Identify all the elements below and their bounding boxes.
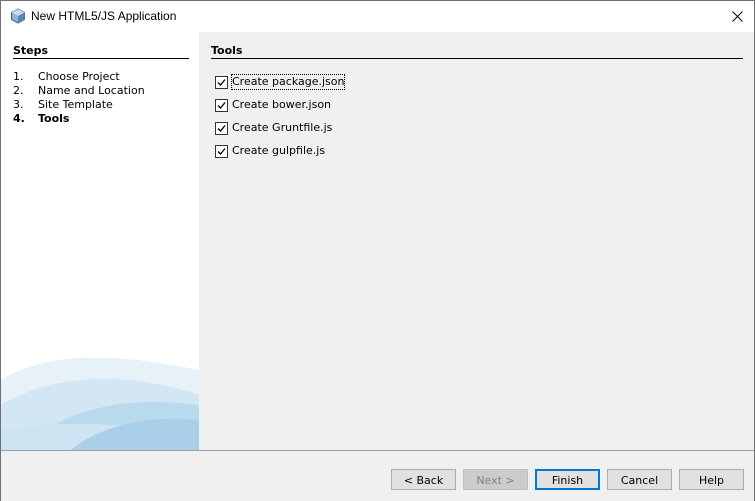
checkbox-label: Create package.json — [231, 74, 346, 90]
decorative-swoosh-graphic — [1, 357, 199, 450]
step-label: Tools — [38, 112, 70, 125]
step-item: 2. Name and Location — [13, 84, 145, 98]
netbeans-cube-icon — [10, 8, 26, 24]
close-icon — [732, 11, 743, 22]
steps-header: Steps — [13, 44, 49, 57]
checkbox-box[interactable] — [215, 145, 228, 158]
checkbox-box[interactable] — [215, 76, 228, 89]
checkbox-box[interactable] — [215, 99, 228, 112]
next-button[interactable]: Next > — [463, 469, 528, 490]
step-label: Choose Project — [38, 70, 120, 83]
checkbox-label: Create Gruntfile.js — [232, 121, 333, 134]
wizard-dialog: New HTML5/JS Application Steps 1. Choose … — [0, 0, 755, 501]
window-title: New HTML5/JS Application — [31, 9, 177, 23]
step-number: 4. — [13, 112, 25, 125]
step-number: 2. — [13, 84, 24, 97]
tools-divider — [211, 58, 743, 59]
tools-header: Tools — [211, 44, 243, 57]
help-button[interactable]: Help — [679, 469, 744, 490]
checkbox-box[interactable] — [215, 122, 228, 135]
close-button[interactable] — [720, 1, 754, 32]
step-label: Name and Location — [38, 84, 145, 97]
cancel-button[interactable]: Cancel — [607, 469, 672, 490]
step-item-current: 4. Tools — [13, 112, 145, 126]
checkmark-icon — [217, 125, 226, 132]
step-item: 1. Choose Project — [13, 70, 145, 84]
button-bar: < Back Next > Finish Cancel Help — [1, 450, 754, 501]
step-number: 3. — [13, 98, 24, 111]
checkbox-label: Create gulpfile.js — [232, 144, 326, 157]
steps-list: 1. Choose Project 2. Name and Location 3. S… — [13, 70, 145, 126]
steps-panel: Steps 1. Choose Project 2. Name and Locati… — [1, 32, 199, 450]
step-number: 1. — [13, 70, 24, 83]
checkmark-icon — [217, 79, 226, 86]
finish-button[interactable]: Finish — [535, 469, 600, 490]
steps-divider — [13, 58, 189, 59]
step-label: Site Template — [38, 98, 113, 111]
title-bar: New HTML5/JS Application — [1, 1, 754, 32]
back-button[interactable]: < Back — [391, 469, 456, 490]
checkmark-icon — [217, 148, 226, 155]
step-item: 3. Site Template — [13, 98, 145, 112]
checkbox-label: Create bower.json — [232, 98, 332, 111]
tools-panel: Tools Create package.json Create bower.j… — [199, 32, 754, 450]
checkmark-icon — [217, 102, 226, 109]
